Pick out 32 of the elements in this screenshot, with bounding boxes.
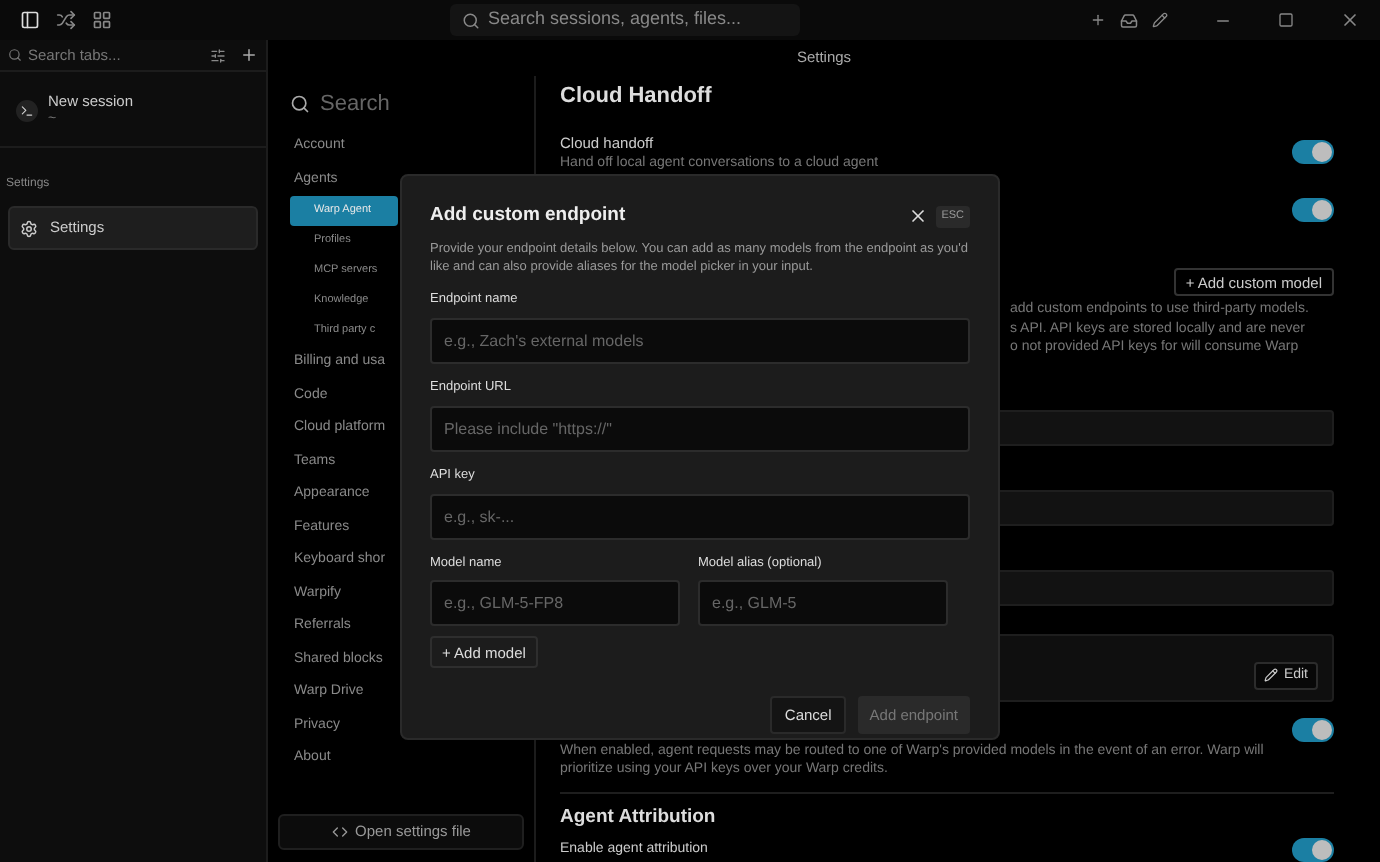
settings-icon [20, 219, 38, 237]
plus-icon[interactable] [1090, 12, 1106, 28]
grid-icon[interactable] [92, 10, 112, 30]
input-field[interactable]: e.g., Zach's external models [430, 318, 970, 364]
toggle-switch[interactable] [1292, 198, 1334, 223]
inbox-icon[interactable] [1120, 11, 1138, 29]
sidebar-toggle-icon[interactable] [20, 10, 40, 30]
input-field[interactable]: e.g., sk-... [430, 493, 970, 539]
settings-search-field[interactable]: Search [290, 80, 390, 128]
toggle-switch[interactable] [1292, 838, 1334, 862]
filter-icon[interactable] [210, 47, 226, 63]
search-icon [290, 94, 310, 114]
search-icon [8, 48, 22, 62]
search-field[interactable]: Search sessions, agents, files... [450, 4, 800, 36]
close-icon[interactable] [1340, 10, 1360, 30]
terminal-icon [16, 99, 38, 121]
section-title: Cloud Handoff [560, 82, 714, 112]
section-title: Agent Attribution [560, 803, 718, 832]
input-field[interactable]: Please include "https://" [430, 405, 970, 452]
input-field[interactable]: e.g., GLM-5 [698, 580, 948, 627]
code-icon [331, 824, 348, 840]
close-icon[interactable] [907, 206, 928, 227]
pencil-icon [1263, 668, 1278, 683]
toggle-switch[interactable] [1292, 140, 1334, 165]
pen-icon[interactable] [1152, 12, 1168, 28]
shuffle-icon[interactable] [56, 10, 76, 30]
maximize-icon[interactable] [1278, 12, 1294, 28]
toggle-switch[interactable] [1292, 717, 1334, 742]
input-field[interactable]: e.g., GLM-5-FP8 [430, 580, 680, 627]
new-tab-icon[interactable] [240, 46, 258, 64]
dialog-title: Add custom endpoint [430, 202, 628, 230]
search-icon [462, 11, 480, 29]
